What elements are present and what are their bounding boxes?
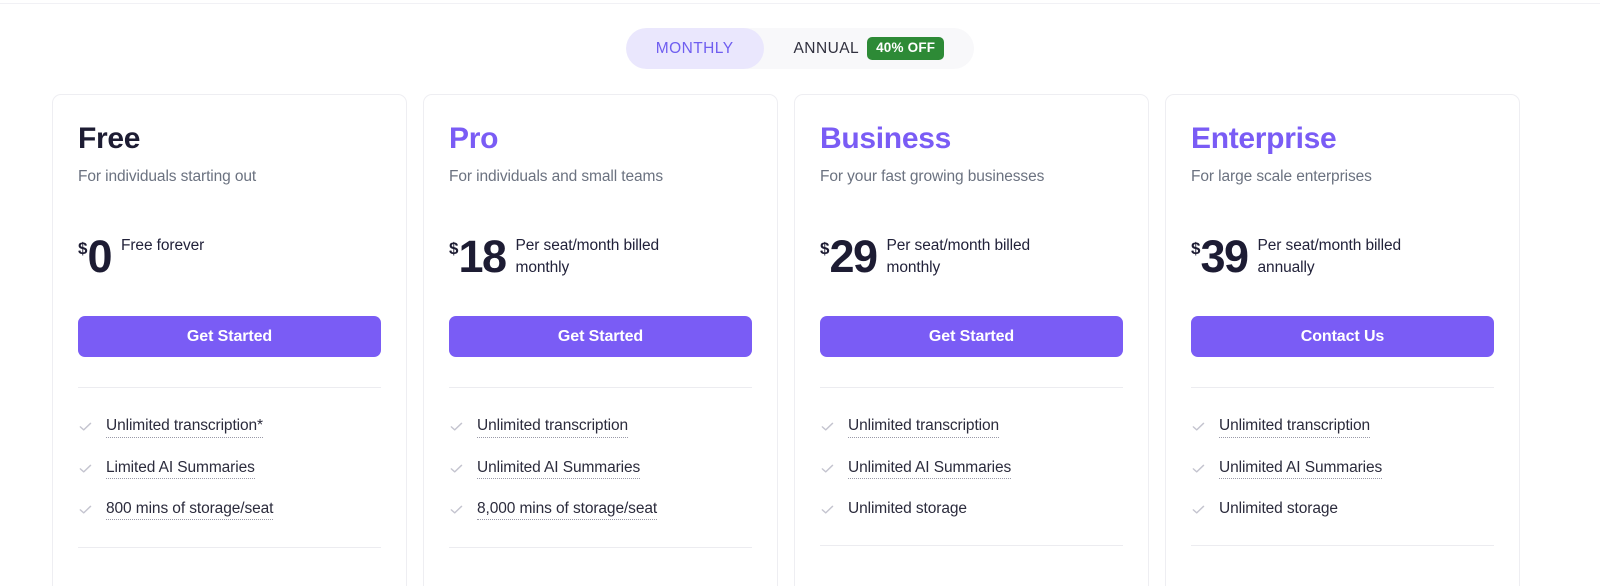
currency-symbol: $ <box>1191 239 1201 259</box>
plan-price: $0 Free forever <box>78 231 381 287</box>
price-amount: 18 <box>458 231 507 283</box>
feature-label[interactable]: Unlimited transcription <box>848 416 999 438</box>
feature-item: 800 mins of storage/seat <box>78 489 381 530</box>
feature-item: Unlimited transcription <box>820 406 1123 447</box>
feature-item: Unlimited storage <box>820 489 1123 528</box>
card-bottom-divider <box>1191 545 1494 547</box>
billing-toggle-label: ANNUAL <box>793 39 860 57</box>
plan-tagline: For large scale enterprises <box>1191 168 1372 185</box>
pricing-card-pro: Pro For individuals and small teams $18 Per… <box>423 94 778 586</box>
discount-badge: 40% OFF <box>867 37 945 60</box>
plan-cta-button[interactable]: Get Started <box>78 316 381 358</box>
pricing-card-free: Free For individuals starting out $0 Free f… <box>52 94 407 586</box>
check-icon <box>820 502 835 517</box>
plan-price: $39 Per seat/month billed annually <box>1191 231 1494 287</box>
feature-label[interactable]: Unlimited AI Summaries <box>477 458 640 479</box>
plan-cta-button[interactable]: Contact Us <box>1191 316 1494 358</box>
feature-item: Unlimited AI Summaries <box>449 448 752 489</box>
plan-cta-button[interactable]: Get Started <box>820 316 1123 358</box>
price-amount: 29 <box>829 231 878 283</box>
check-icon <box>449 502 464 517</box>
price-note: Per seat/month billed monthly <box>515 237 660 277</box>
feature-label[interactable]: Unlimited AI Summaries <box>848 458 1011 479</box>
plan-cta-button[interactable]: Get Started <box>449 316 752 358</box>
feature-item: Unlimited transcription* <box>78 406 381 447</box>
billing-toggle-label: MONTHLY <box>655 39 734 57</box>
billing-toggle-option-annual[interactable]: ANNUAL 40% OFF <box>764 28 975 69</box>
feature-item: Unlimited AI Summaries <box>1191 448 1494 489</box>
currency-symbol: $ <box>78 239 88 259</box>
feature-label[interactable]: Unlimited transcription <box>1219 416 1370 438</box>
plan-name: Pro <box>449 122 499 155</box>
pricing-cards-row: Free For individuals starting out $0 Free f… <box>52 94 1520 586</box>
feature-list: Unlimited transcription* Limited AI Summa… <box>78 388 381 530</box>
currency-symbol: $ <box>820 239 830 259</box>
billing-period-toggle[interactable]: MONTHLY ANNUAL 40% OFF <box>625 28 975 69</box>
price-note: Per seat/month billed annually <box>1257 237 1402 277</box>
billing-toggle-option-monthly[interactable]: MONTHLY <box>625 28 764 69</box>
feature-item: Unlimited transcription <box>449 406 752 447</box>
card-bottom-divider <box>78 547 381 549</box>
price-note: Per seat/month billed monthly <box>886 237 1031 277</box>
plan-name: Business <box>820 122 951 155</box>
feature-label[interactable]: 8,000 mins of storage/seat <box>477 499 657 521</box>
feature-label[interactable]: Limited AI Summaries <box>106 458 255 479</box>
card-bottom-divider <box>449 547 752 549</box>
check-icon <box>78 419 93 434</box>
feature-label: Unlimited storage <box>848 499 967 517</box>
feature-item: Limited AI Summaries <box>78 448 381 489</box>
billing-period-toggle-container: MONTHLY ANNUAL 40% OFF <box>0 28 1600 69</box>
feature-label[interactable]: 800 mins of storage/seat <box>106 499 273 521</box>
check-icon <box>820 461 835 476</box>
page-top-divider <box>0 3 1600 4</box>
feature-item: Unlimited AI Summaries <box>820 448 1123 489</box>
check-icon <box>78 502 93 517</box>
price-amount: 0 <box>87 231 112 283</box>
check-icon <box>1191 461 1206 476</box>
check-icon <box>449 461 464 476</box>
check-icon <box>1191 419 1206 434</box>
feature-list: Unlimited transcription Unlimited AI Summ… <box>1191 388 1494 528</box>
feature-item: 8,000 mins of storage/seat <box>449 489 752 530</box>
feature-list: Unlimited transcription Unlimited AI Summ… <box>820 388 1123 528</box>
feature-label: Unlimited storage <box>1219 499 1338 517</box>
check-icon <box>820 419 835 434</box>
currency-symbol: $ <box>449 239 459 259</box>
feature-label[interactable]: Unlimited AI Summaries <box>1219 458 1382 479</box>
check-icon <box>449 419 464 434</box>
plan-name: Free <box>78 122 141 155</box>
plan-name: Enterprise <box>1191 122 1337 155</box>
feature-item: Unlimited storage <box>1191 489 1494 528</box>
plan-tagline: For individuals starting out <box>78 168 257 185</box>
feature-label[interactable]: Unlimited transcription <box>477 416 628 438</box>
check-icon <box>78 461 93 476</box>
plan-tagline: For your fast growing businesses <box>820 168 1045 185</box>
feature-list: Unlimited transcription Unlimited AI Summ… <box>449 388 752 530</box>
price-note: Free forever <box>121 237 205 255</box>
feature-label[interactable]: Unlimited transcription* <box>106 416 263 438</box>
price-amount: 39 <box>1200 231 1249 283</box>
pricing-card-enterprise: Enterprise For large scale enterprises $39… <box>1165 94 1520 586</box>
check-icon <box>1191 502 1206 517</box>
plan-price: $18 Per seat/month billed monthly <box>449 231 752 287</box>
plan-price: $29 Per seat/month billed monthly <box>820 231 1123 287</box>
pricing-card-business: Business For your fast growing businesses… <box>794 94 1149 586</box>
pricing-page: MONTHLY ANNUAL 40% OFF Free For individuals… <box>0 0 1600 586</box>
card-bottom-divider <box>820 545 1123 547</box>
plan-tagline: For individuals and small teams <box>449 168 663 185</box>
feature-item: Unlimited transcription <box>1191 406 1494 447</box>
